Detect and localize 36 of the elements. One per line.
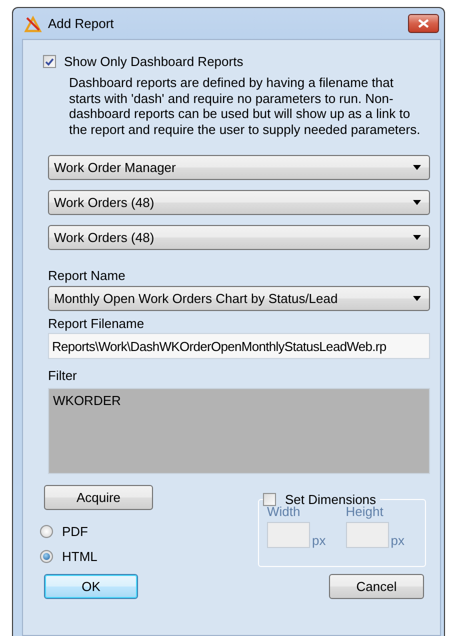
height-field[interactable] <box>346 522 389 548</box>
width-field[interactable] <box>267 522 310 548</box>
dropdown[interactable]: Work Orders (48) <box>48 190 430 215</box>
radio-button[interactable] <box>40 550 53 563</box>
dropdown[interactable]: Monthly Open Work Orders Chart by Status/Lead <box>48 286 430 311</box>
description-text: Dashboard reports are defined by having a filename that starts with 'dash' and require no parameters to run. Non-dashboard reports can be used but will show up as a link to the report and require the user to supply needed parameters. <box>69 75 422 137</box>
report-name-label: Report Name <box>48 268 126 283</box>
drafting-tools-icon <box>24 14 42 32</box>
checkbox-label: Show Only Dashboard Reports <box>64 54 244 69</box>
filter-field[interactable]: WKORDER <box>48 388 430 474</box>
radio-label: PDF <box>62 524 88 539</box>
radio-label: HTML <box>62 549 98 564</box>
cancel-button[interactable]: Cancel <box>329 574 424 599</box>
unit-label: px <box>390 533 404 548</box>
dropdown-caret-icon <box>413 235 421 240</box>
dropdown-caret-icon <box>413 200 421 205</box>
filter-label: Filter <box>48 368 78 383</box>
checkbox-label: Set Dimensions <box>285 492 376 507</box>
acquire-button[interactable]: Acquire <box>44 485 153 510</box>
width-label: Width <box>267 504 300 519</box>
unit-label: px <box>312 533 326 548</box>
close-icon <box>418 19 429 28</box>
filename-field[interactable]: Reports\Work\DashWKOrderOpenMonthlyStatusLeadWeb.rp <box>48 333 430 359</box>
dropdown-caret-icon <box>413 165 421 170</box>
height-label: Height <box>346 504 384 519</box>
dropdown[interactable]: Work Order Manager <box>48 155 430 180</box>
dropdown[interactable]: Work Orders (48) <box>48 225 430 250</box>
checkbox[interactable] <box>43 55 56 68</box>
checkbox[interactable] <box>263 493 276 506</box>
window-title: Add Report <box>48 16 114 31</box>
ok-button[interactable]: OK <box>44 574 138 599</box>
report-filename-label: Report Filename <box>48 316 146 331</box>
close-button[interactable] <box>408 14 439 33</box>
checkmark-icon <box>45 58 54 66</box>
dropdown-caret-icon <box>413 296 421 301</box>
radio-button[interactable] <box>40 525 53 538</box>
